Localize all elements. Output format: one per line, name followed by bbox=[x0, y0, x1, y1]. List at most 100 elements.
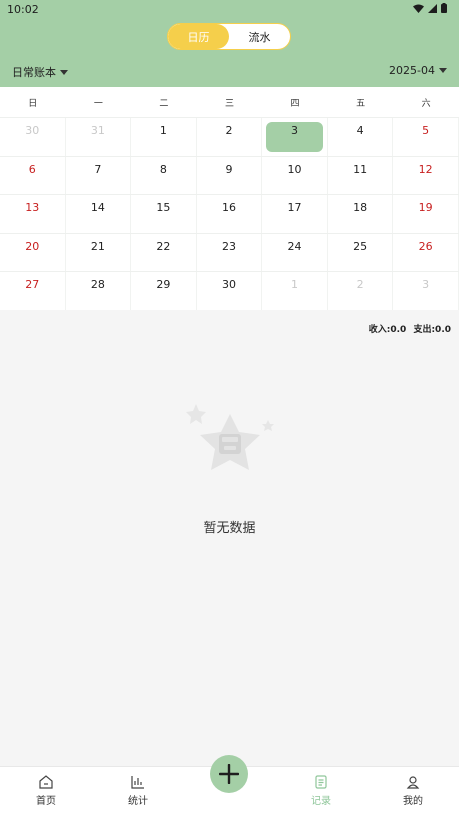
status-time: 10:02 bbox=[7, 3, 39, 16]
plus-icon bbox=[219, 764, 239, 784]
calendar-day-number: 18 bbox=[353, 201, 368, 215]
record-icon bbox=[315, 775, 327, 789]
tab-stats[interactable]: 统计 bbox=[103, 775, 173, 807]
calendar-day[interactable]: 11 bbox=[328, 156, 394, 195]
weekday-label: 日 bbox=[28, 98, 38, 109]
calendar-day-number: 24 bbox=[287, 239, 302, 253]
calendar-day[interactable]: 26 bbox=[393, 233, 459, 272]
calendar-day[interactable]: 30 bbox=[197, 272, 263, 310]
calendar-day[interactable]: 5 bbox=[393, 118, 459, 156]
calendar-day-number: 1 bbox=[291, 278, 299, 292]
tab-mine-label: 我的 bbox=[403, 796, 423, 807]
tab-records-label: 记录 bbox=[311, 796, 331, 807]
calendar-day[interactable]: 21 bbox=[66, 233, 132, 272]
calendar-day[interactable]: 23 bbox=[197, 233, 263, 272]
calendar-day-number: 4 bbox=[356, 124, 364, 137]
weekday-label: 五 bbox=[356, 98, 366, 109]
calendar-day-number: 3 bbox=[291, 124, 299, 137]
calendar-day[interactable]: 31 bbox=[66, 118, 132, 156]
calendar-week-row: 30 31 1 2 3 4 5 bbox=[0, 117, 459, 156]
calendar-week-row: 27 28 29 30 1 2 3 bbox=[0, 271, 459, 310]
calendar-day[interactable]: 18 bbox=[328, 195, 394, 233]
calendar-day-number: 25 bbox=[353, 239, 368, 253]
home-icon bbox=[39, 775, 53, 789]
calendar-day[interactable]: 17 bbox=[262, 195, 328, 233]
calendar-day[interactable]: 3 bbox=[393, 272, 459, 310]
tab-home[interactable]: 首页 bbox=[11, 775, 81, 807]
income-total: 收入:0.0 bbox=[368, 325, 407, 335]
weekday-label: 一 bbox=[93, 98, 103, 109]
calendar-week-row: 20 21 22 23 24 25 26 bbox=[0, 232, 459, 272]
empty-state-text: 暂无数据 bbox=[203, 521, 256, 536]
calendar-day[interactable]: 7 bbox=[66, 156, 132, 195]
calendar-day[interactable]: 1 bbox=[131, 118, 197, 156]
calendar-day-number: 11 bbox=[353, 162, 368, 176]
battery-icon bbox=[441, 3, 447, 13]
calendar-grid: 30 31 1 2 3 4 5 6 7 8 9 10 11 12 13 14 15 16 17 18 19 20 21 22 2… bbox=[0, 117, 459, 310]
calendar-day-number: 30 bbox=[221, 278, 236, 292]
calendar-day[interactable]: 12 bbox=[393, 156, 459, 195]
weekday-label: 二 bbox=[159, 98, 169, 109]
book-selector[interactable]: 日常账本 bbox=[12, 64, 68, 80]
tab-calendar[interactable]: 日历 bbox=[168, 24, 229, 49]
calendar-day-number: 20 bbox=[25, 239, 40, 253]
calendar-day-number: 9 bbox=[225, 162, 233, 176]
calendar-day-number: 19 bbox=[418, 201, 433, 215]
calendar-day-number: 30 bbox=[25, 124, 40, 137]
calendar-day-number: 26 bbox=[418, 239, 433, 253]
calendar-day[interactable]: 13 bbox=[0, 195, 66, 233]
empty-box-icon bbox=[186, 404, 274, 470]
calendar: 日 一 二 三 四 五 六 30 31 1 2 3 4 5 6 7 8 9 10 11 12 13 14 15 1… bbox=[0, 87, 459, 310]
calendar-day-number: 12 bbox=[418, 162, 433, 176]
user-icon bbox=[406, 776, 420, 789]
caret-down-icon bbox=[60, 69, 68, 75]
calendar-day[interactable]: 10 bbox=[262, 156, 328, 195]
calendar-day[interactable]: 1 bbox=[262, 272, 328, 310]
tab-home-label: 首页 bbox=[36, 796, 56, 807]
calendar-day[interactable]: 16 bbox=[197, 195, 263, 233]
calendar-day-number: 28 bbox=[90, 278, 105, 292]
calendar-day-number: 1 bbox=[159, 124, 167, 137]
calendar-day[interactable]: 8 bbox=[131, 156, 197, 195]
expense-total: 支出:0.0 bbox=[413, 325, 451, 335]
calendar-day[interactable]: 24 bbox=[262, 233, 328, 272]
calendar-day-number: 17 bbox=[287, 201, 302, 215]
calendar-week-row: 6 7 8 9 10 11 12 bbox=[0, 155, 459, 195]
calendar-day[interactable]: 9 bbox=[197, 156, 263, 195]
tab-mine[interactable]: 我的 bbox=[378, 775, 448, 807]
calendar-day[interactable]: 20 bbox=[0, 233, 66, 272]
calendar-day[interactable]: 14 bbox=[66, 195, 132, 233]
calendar-day[interactable]: 29 bbox=[131, 272, 197, 310]
add-record-button[interactable] bbox=[210, 755, 248, 793]
calendar-day-number: 10 bbox=[287, 162, 302, 176]
calendar-day[interactable]: 22 bbox=[131, 233, 197, 272]
tab-records[interactable]: 记录 bbox=[286, 775, 356, 807]
calendar-day[interactable]: 25 bbox=[328, 233, 394, 272]
status-icons bbox=[413, 3, 447, 13]
book-selector-label: 日常账本 bbox=[12, 66, 56, 79]
calendar-day[interactable]: 27 bbox=[0, 272, 66, 310]
month-selector[interactable]: 2025-04 bbox=[389, 64, 447, 77]
calendar-day[interactable]: 6 bbox=[0, 156, 66, 195]
calendar-day[interactable]: 30 bbox=[0, 118, 66, 156]
calendar-day-number: 16 bbox=[221, 201, 236, 215]
calendar-day-number: 3 bbox=[422, 278, 430, 292]
calendar-day-number: 7 bbox=[94, 162, 102, 176]
weekday-label: 四 bbox=[290, 98, 300, 109]
weekday-label: 六 bbox=[421, 98, 431, 109]
caret-down-icon bbox=[439, 68, 447, 73]
calendar-day-number: 14 bbox=[90, 201, 105, 215]
calendar-day[interactable]: 28 bbox=[66, 272, 132, 310]
calendar-day[interactable]: 2 bbox=[197, 118, 263, 156]
calendar-day[interactable]: 2 bbox=[328, 272, 394, 310]
tab-flow[interactable]: 流水 bbox=[229, 24, 290, 49]
calendar-day-number: 2 bbox=[356, 278, 364, 292]
calendar-day-number: 13 bbox=[25, 201, 40, 215]
calendar-day-number: 15 bbox=[156, 201, 171, 215]
calendar-day-number: 31 bbox=[90, 124, 105, 137]
calendar-day[interactable]: 4 bbox=[328, 118, 394, 156]
calendar-day-number: 8 bbox=[159, 162, 167, 176]
calendar-day[interactable]: 3 bbox=[262, 118, 328, 156]
calendar-day[interactable]: 15 bbox=[131, 195, 197, 233]
calendar-day[interactable]: 19 bbox=[393, 195, 459, 233]
